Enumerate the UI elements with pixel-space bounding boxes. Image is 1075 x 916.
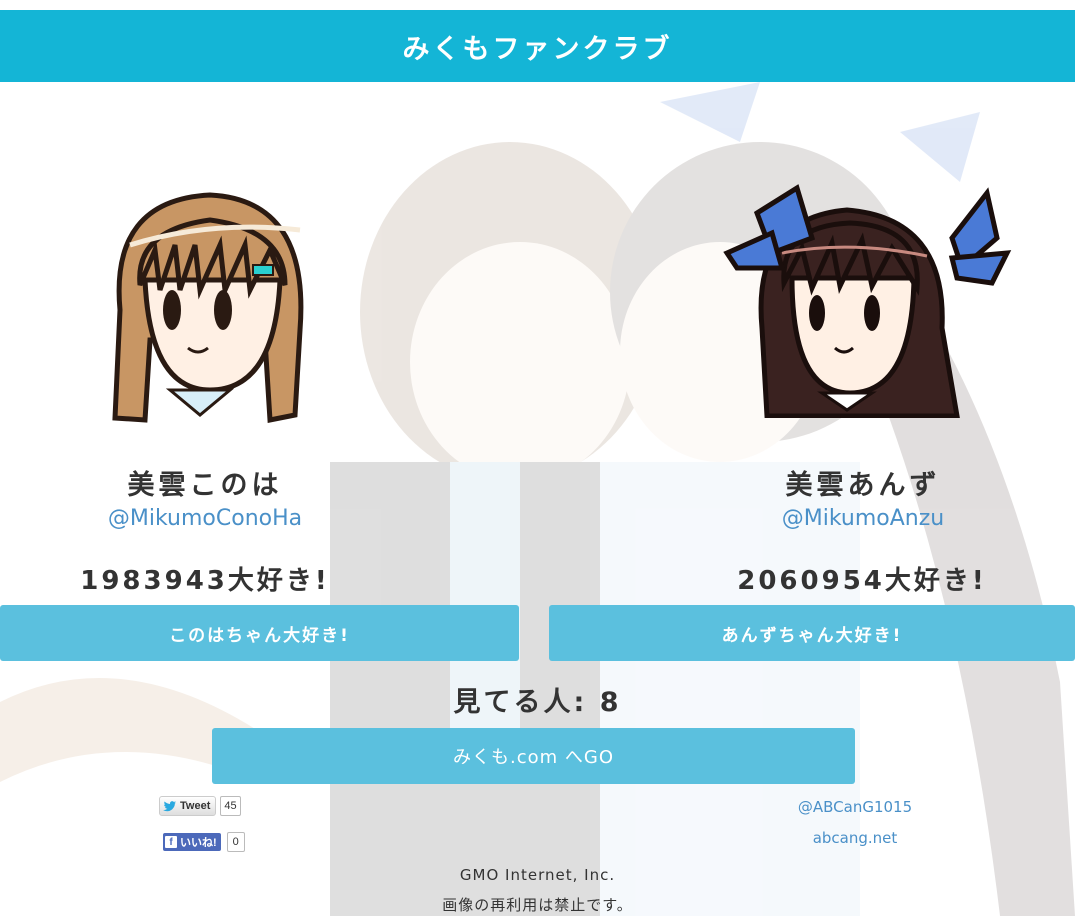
vote-anzu-label: あんずちゃん大好き!: [721, 625, 903, 646]
konoha-handle-link[interactable]: @MikumoConoHa: [60, 506, 350, 531]
tweet-label: Tweet: [180, 800, 211, 812]
konoha-avatar: [112, 192, 304, 424]
top-strip: [0, 0, 1075, 10]
like-button[interactable]: f いいね!: [163, 833, 221, 851]
twitter-bird-icon: [163, 800, 176, 811]
vote-konoha-button[interactable]: このはちゃん大好き!: [0, 605, 519, 661]
artist-handle-link[interactable]: @ABCanG1015: [770, 798, 940, 816]
anzu-handle-link[interactable]: @MikumoAnzu: [718, 506, 1008, 531]
konoha-name: 美雲このは: [127, 470, 283, 501]
company-credit: GMO Internet, Inc.: [459, 866, 616, 884]
konoha-love-count: 1983943大好き!: [80, 566, 330, 596]
go-mikumo-button[interactable]: みくも.com へGO: [212, 728, 855, 784]
reuse-notice: 画像の再利用は禁止です。: [442, 896, 633, 914]
site-title: みくもファンクラブ: [402, 33, 673, 65]
anzu-avatar: [723, 184, 1012, 418]
vote-anzu-button[interactable]: あんずちゃん大好き!: [549, 605, 1075, 661]
vote-konoha-label: このはちゃん大好き!: [169, 625, 350, 646]
like-widget: f いいね! 0: [163, 832, 245, 852]
like-count: 0: [226, 832, 245, 852]
artist-site-link[interactable]: abcang.net: [770, 829, 940, 847]
like-label: いいね!: [180, 837, 217, 849]
page: みくもファンクラブ 美雲このは @MikumoConoHa 1983943大好き…: [0, 0, 1075, 916]
anzu-love-count: 2060954大好き!: [737, 566, 987, 596]
watcher-count: 見てる人: 8: [453, 687, 622, 718]
tweet-count: 45: [220, 796, 241, 816]
go-mikumo-label: みくも.com へGO: [452, 747, 614, 768]
tweet-widget: Tweet 45: [159, 796, 241, 816]
tweet-button[interactable]: Tweet: [159, 796, 217, 816]
facebook-icon: f: [165, 836, 177, 848]
anzu-name: 美雲あんず: [785, 470, 941, 501]
site-header: みくもファンクラブ: [0, 10, 1075, 82]
